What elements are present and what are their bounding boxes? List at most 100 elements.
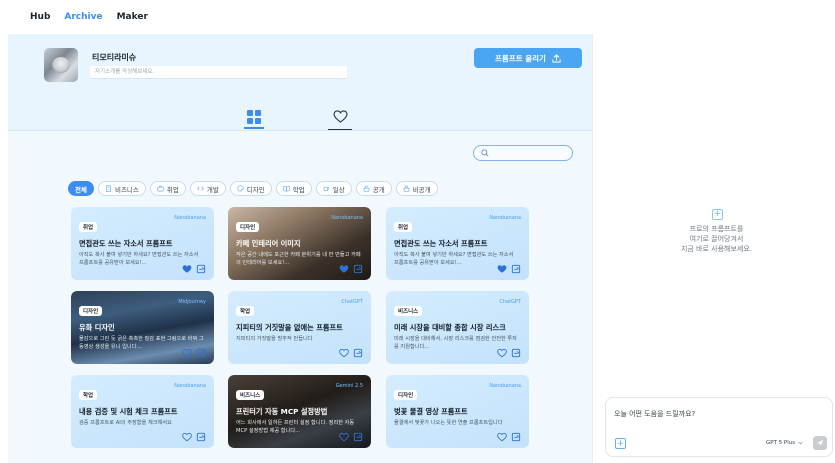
copy-icon[interactable] — [196, 264, 206, 274]
heart-filled-icon[interactable] — [497, 264, 507, 274]
category-chip-label: 비공개 — [412, 185, 431, 194]
category-chip-label: 비즈니스 — [114, 185, 139, 194]
category-chip-label: 학업 — [292, 185, 305, 194]
building-icon — [105, 185, 112, 192]
heart-outline-icon[interactable] — [339, 348, 349, 358]
card-category-badge: 비즈니스 — [236, 390, 265, 400]
prompt-card[interactable]: 디자인 Nanobanana 카페 인테리어 이미지 작은 공간 내에도 포근한 카페… — [228, 207, 371, 280]
category-chip[interactable]: 전체 — [68, 181, 94, 196]
card-content: 비즈니스 Gemini 2.5 프린터기 자동 MCP 설정방법 어느 회사에서 일하… — [236, 382, 363, 435]
copy-icon[interactable] — [196, 432, 206, 442]
card-category-badge: 디자인 — [79, 306, 103, 316]
heart-outline-icon[interactable] — [497, 432, 507, 442]
search-box[interactable] — [473, 145, 573, 161]
category-chip[interactable]: 학업 — [275, 181, 312, 196]
card-model-label: Nanobanana — [174, 383, 206, 389]
heart-outline-icon[interactable] — [339, 432, 349, 442]
nav-hub[interactable]: Hub — [30, 12, 50, 22]
heart-outline-icon[interactable] — [497, 348, 507, 358]
prompt-card[interactable]: 비즈니스 Gemini 2.5 프린터기 자동 MCP 설정방법 어느 회사에서 일하… — [228, 375, 371, 448]
model-select[interactable]: GPT 5 Plus — [766, 440, 803, 446]
category-chip[interactable]: 일상 — [315, 181, 352, 196]
prompt-card[interactable]: 취업 Nanobanana 면접관도 쓰는 자소서 프롬프트 아직도 복사 붙여 넣기… — [386, 207, 529, 280]
upload-button-label: 프롬프트 올리기 — [495, 53, 546, 63]
heart-outline-icon[interactable] — [182, 432, 192, 442]
category-chip[interactable]: 취업 — [149, 181, 186, 196]
intro-input[interactable] — [90, 66, 347, 79]
lock-icon — [403, 185, 409, 192]
attach-button[interactable]: + — [615, 438, 626, 449]
book-icon — [283, 185, 290, 192]
chat-input[interactable] — [614, 410, 814, 418]
card-category-badge: 학업 — [236, 306, 255, 316]
card-model-label: Gemini 2.5 — [335, 383, 363, 389]
copy-icon[interactable] — [511, 432, 521, 442]
card-title: 내용 검증 및 시험 체크 프롬프트 — [79, 407, 178, 416]
prompt-card[interactable]: 디자인 Midjourney 유화 디자인 물감으로 그린 듯 굵은 촉촉한 질감 표… — [71, 291, 214, 364]
nav-archive[interactable]: Archive — [64, 12, 102, 22]
card-actions — [339, 264, 363, 274]
view-tabs — [8, 106, 592, 130]
lock-open-icon — [363, 185, 370, 192]
copy-icon[interactable] — [511, 348, 521, 358]
chevron-down-icon — [798, 441, 803, 445]
card-title: 유화 디자인 — [79, 323, 115, 332]
prompt-card[interactable]: 학업 Nanobanana 내용 검증 및 시험 체크 프롬프트 검증 프롬프트로 A… — [71, 375, 214, 448]
card-model-label: ChatGPT — [499, 299, 521, 305]
category-chip[interactable]: 디자인 — [229, 181, 272, 196]
app-root: Hub Archive Maker 티모티라미슈 프롬프트 올리기 — [0, 0, 835, 463]
card-title: 지피티의 거짓말을 없애는 프롬프트 — [236, 323, 343, 332]
prompt-card[interactable]: 취업 Nanobanana 면접관도 쓰는 자소서 프롬프트 아직도 복사 붙여 넣기… — [71, 207, 214, 280]
copy-icon[interactable] — [353, 432, 363, 442]
tab-grid-view[interactable] — [244, 110, 264, 130]
prompt-card[interactable]: 디자인 Nanobanana 벚꽃 물결 영상 프롬프트 물결에서 벚꽃가 나오는 뜻… — [386, 375, 529, 448]
card-model-label: Nanobanana — [331, 215, 363, 221]
copy-icon[interactable] — [196, 348, 206, 358]
prompt-card[interactable]: 비즈니스 ChatGPT 미래 시장을 대비할 종합 시장 리스크 미래 시장을 대비… — [386, 291, 529, 364]
category-chip[interactable]: 비즈니스 — [97, 181, 146, 196]
plus-icon: + — [712, 209, 723, 220]
profile-name: 티모티라미슈 — [92, 53, 137, 62]
model-label: GPT 5 Plus — [766, 440, 796, 446]
category-chip-label: 전체 — [75, 185, 87, 194]
copy-icon[interactable] — [353, 264, 363, 274]
category-chip-label: 개발 — [206, 185, 219, 194]
send-button[interactable] — [813, 436, 827, 450]
category-chip[interactable]: 공개 — [355, 181, 392, 196]
upload-icon — [552, 53, 561, 63]
card-model-label: ChatGPT — [341, 299, 363, 305]
drop-hint-line: 프로의 프롬프트를 — [689, 225, 744, 233]
drop-hint-line: 지금 바로 사용해보세요. — [680, 245, 753, 254]
card-model-label: Nanobanana — [489, 383, 521, 389]
heart-filled-icon[interactable] — [182, 264, 192, 274]
prompt-card[interactable]: 학업 ChatGPT 지피티의 거짓말을 없애는 프롬프트지피티의 거짓말을 방추적… — [228, 291, 371, 364]
tab-liked-view[interactable] — [330, 110, 350, 130]
card-model-label: Midjourney — [178, 299, 206, 305]
copy-icon[interactable] — [511, 264, 521, 274]
card-description: 지피티의 거짓말을 방추적 만듭니다 — [236, 336, 313, 342]
category-chip[interactable]: 개발 — [189, 181, 226, 196]
card-actions — [497, 432, 521, 442]
tab-divider-underline — [328, 129, 352, 130]
search-input[interactable] — [492, 149, 570, 157]
avatar[interactable] — [44, 48, 78, 82]
card-content: 비즈니스 ChatGPT 미래 시장을 대비할 종합 시장 리스크 미래 시장을 대비… — [394, 298, 521, 351]
card-actions — [182, 348, 206, 358]
heart-filled-icon[interactable] — [339, 264, 349, 274]
search-icon — [481, 149, 489, 157]
card-actions — [497, 348, 521, 358]
drop-hint: 프로의 프롬프트를 여기로 끌어당겨서 지금 바로 사용해보세요. — [634, 224, 799, 254]
category-chip[interactable]: 비공개 — [395, 181, 438, 196]
card-model-label: Nanobanana — [489, 215, 521, 221]
tab-divider — [8, 130, 592, 131]
card-content: 디자인 Nanobanana 카페 인테리어 이미지 작은 공간 내에도 포근한 카페… — [236, 214, 363, 267]
card-category-badge: 디자인 — [236, 222, 260, 232]
nav-maker[interactable]: Maker — [117, 12, 148, 22]
prompt-chat-panel: + 프로의 프롬프트를여기로 끌어당겨서지금 바로 사용해보세요. + GPT … — [594, 34, 835, 463]
upload-prompt-button[interactable]: 프롬프트 올리기 — [474, 48, 582, 68]
code-icon — [197, 186, 204, 191]
category-filter: 전체 비즈니스 취업 개발 디자인 학업 일상 공개 비공개 — [68, 181, 438, 196]
heart-outline-icon[interactable] — [182, 348, 192, 358]
copy-icon[interactable] — [353, 348, 363, 358]
card-title: 벚꽃 물결 영상 프롬프트 — [394, 407, 468, 416]
